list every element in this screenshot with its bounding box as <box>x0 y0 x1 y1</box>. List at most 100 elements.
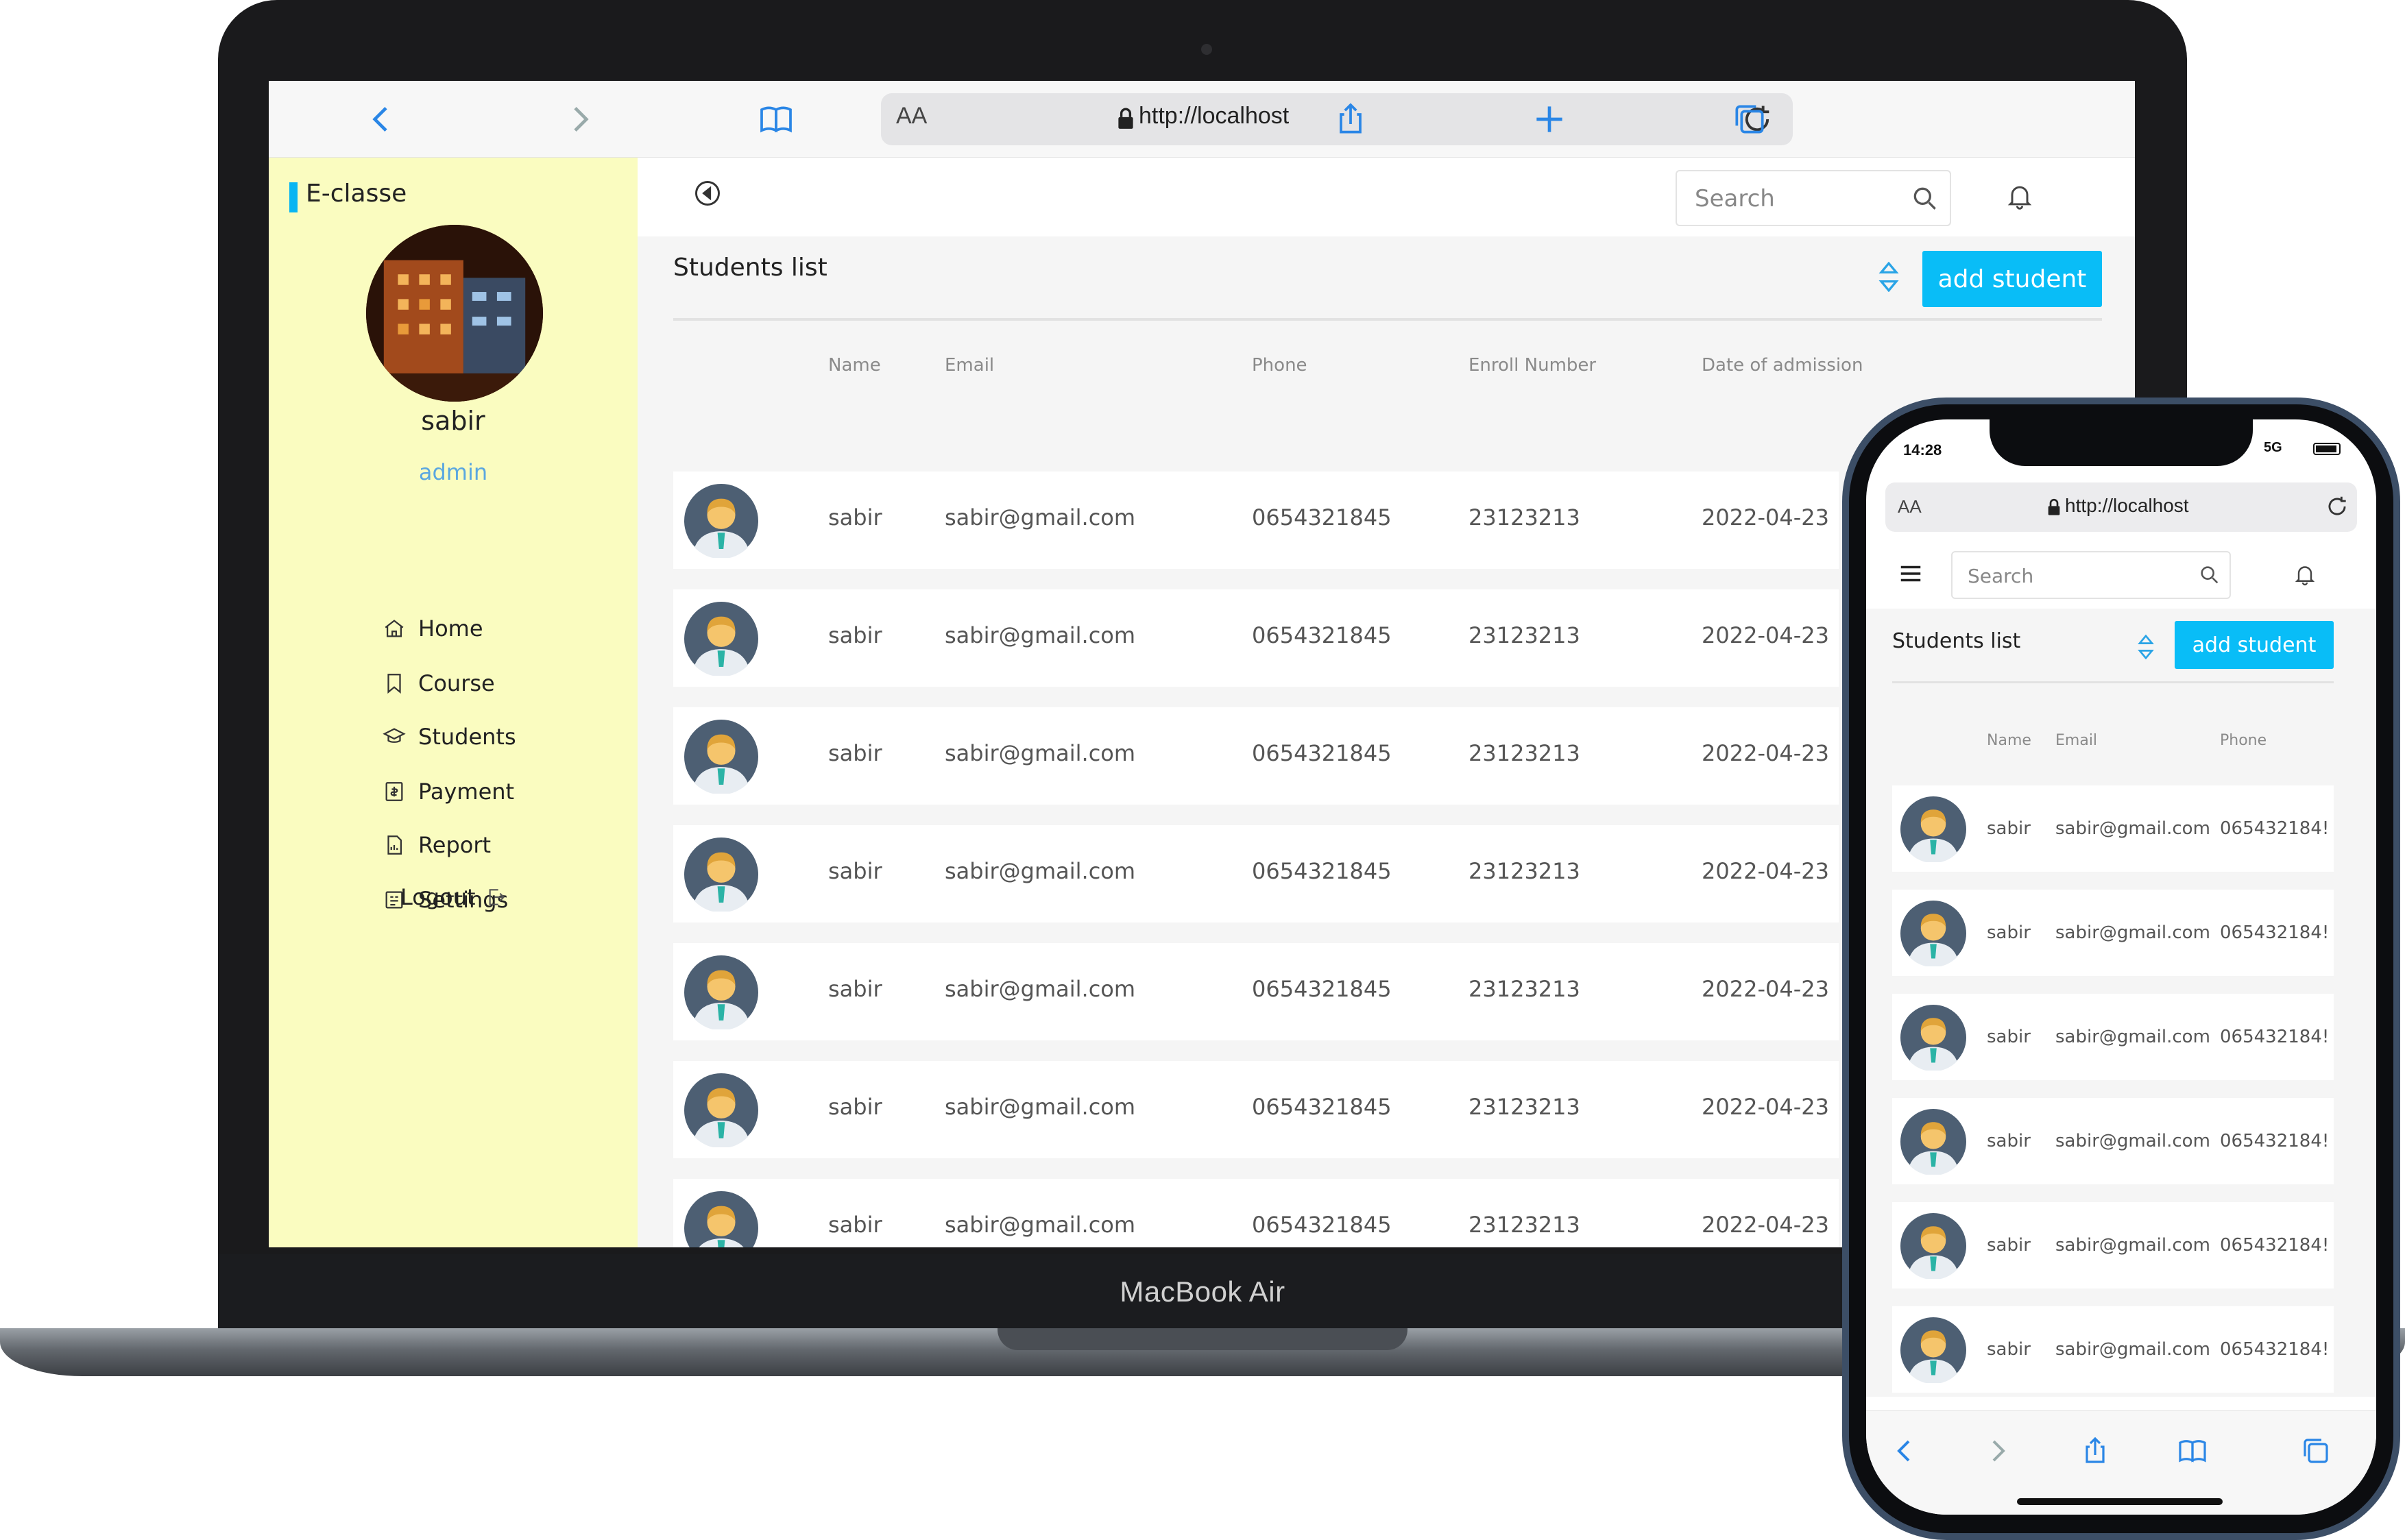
hamburger-menu-icon[interactable] <box>1898 561 1924 587</box>
cell-email: sabir@gmail.com <box>2055 922 2210 943</box>
bookmark-icon <box>387 674 401 694</box>
phone-notch <box>1990 419 2253 466</box>
cell-email: sabir@gmail.com <box>945 976 1136 1002</box>
forward-arrow-icon[interactable] <box>1981 1434 2014 1467</box>
cell-phone: 0654321845 <box>1252 740 1392 766</box>
sidebar-item-home[interactable]: Home <box>383 615 483 641</box>
collapse-sidebar-icon[interactable] <box>692 178 723 208</box>
notification-bell-icon[interactable] <box>2293 562 2317 587</box>
sort-icon[interactable] <box>1878 262 1899 292</box>
cell-enroll-number: 23123213 <box>1469 1094 1580 1120</box>
search-input[interactable]: Search <box>1676 170 1951 226</box>
table-row[interactable]: sabir sabir@gmail.com 065432184! <box>1892 1098 2334 1184</box>
cell-phone: 065432184! <box>2220 1339 2330 1360</box>
column-header-date-of-admission[interactable]: Date of admission <box>1702 355 1863 376</box>
student-avatar <box>684 484 758 559</box>
table-row[interactable]: sabir sabir@gmail.com 065432184! <box>1892 785 2334 872</box>
forward-arrow-icon[interactable] <box>561 100 599 138</box>
back-arrow-icon[interactable] <box>362 100 400 138</box>
table-row[interactable]: sabir sabir@gmail.com 0654321845 23123213 20… <box>673 825 1839 922</box>
student-avatar <box>684 955 758 1031</box>
table-row[interactable]: sabir sabir@gmail.com 0654321845 23123213 20… <box>673 1179 1839 1247</box>
phone-main-content: Search Students list add student Name Em… <box>1866 540 2376 1397</box>
cell-enroll-number: 23123213 <box>1469 1212 1580 1238</box>
cell-phone: 0654321845 <box>1252 1094 1392 1120</box>
sidebar-item-label: Home <box>418 615 483 641</box>
phone-search-input[interactable]: Search <box>1951 551 2231 599</box>
cell-email: sabir@gmail.com <box>945 740 1136 766</box>
table-row[interactable]: sabir sabir@gmail.com 065432184! <box>1892 1306 2334 1393</box>
cell-name: sabir <box>828 740 882 766</box>
laptop-notch <box>998 1328 1407 1350</box>
user-role: admin <box>418 459 488 485</box>
sidebar-item-label: Payment <box>418 779 515 805</box>
sidebar-item-payment[interactable]: Payment <box>383 779 514 805</box>
cell-name: sabir <box>828 1094 882 1120</box>
search-icon[interactable] <box>1910 184 1940 214</box>
reload-icon[interactable] <box>2324 493 2350 520</box>
share-icon[interactable] <box>1331 100 1370 138</box>
column-header-email[interactable]: Email <box>945 355 994 376</box>
sidebar-item-label: Course <box>418 670 495 696</box>
bookmarks-book-icon[interactable] <box>2176 1434 2209 1467</box>
tabs-overview-icon[interactable] <box>1730 100 1769 138</box>
table-row[interactable]: sabir sabir@gmail.com 0654321845 23123213 20… <box>673 472 1839 569</box>
logout-button[interactable]: Logout <box>400 884 507 910</box>
phone-address-bar[interactable]: AA http://localhost <box>1885 482 2357 532</box>
column-header-email[interactable]: Email <box>2055 732 2097 749</box>
cell-phone: 065432184! <box>2220 922 2330 943</box>
brand-logo-text: E-classe <box>306 180 407 208</box>
reader-aa-label[interactable]: AA <box>896 103 927 130</box>
cell-date-of-admission: 2022-04-23 <box>1702 1094 1829 1120</box>
cell-enroll-number: 23123213 <box>1469 858 1580 884</box>
column-header-phone[interactable]: Phone <box>1252 355 1307 376</box>
sidebar-item-course[interactable]: Course <box>383 670 495 696</box>
phone-add-student-button[interactable]: add student <box>2175 621 2334 669</box>
phone-page-title: Students list <box>1892 629 2021 653</box>
cell-phone: 0654321845 <box>1252 622 1392 648</box>
user-name: sabir <box>421 406 485 436</box>
cell-email: sabir@gmail.com <box>2055 1235 2210 1256</box>
column-header-phone[interactable]: Phone <box>2220 732 2267 749</box>
back-arrow-icon[interactable] <box>1888 1434 1921 1467</box>
graduation-cap-icon <box>383 728 406 743</box>
cell-email: sabir@gmail.com <box>945 622 1136 648</box>
table-row[interactable]: sabir sabir@gmail.com 0654321845 23123213 20… <box>673 589 1839 687</box>
table-row[interactable]: sabir sabir@gmail.com 0654321845 23123213 20… <box>673 707 1839 805</box>
student-avatar <box>1900 1213 1966 1280</box>
page-title: Students list <box>673 254 827 282</box>
phone-reader-aa-label[interactable]: AA <box>1898 496 1922 517</box>
cell-date-of-admission: 2022-04-23 <box>1702 1212 1829 1238</box>
profile-photo <box>366 225 543 402</box>
table-row[interactable]: sabir sabir@gmail.com 0654321845 23123213 20… <box>673 943 1839 1040</box>
sidebar-item-students[interactable]: Students <box>383 724 516 750</box>
cell-email: sabir@gmail.com <box>945 1094 1136 1120</box>
sort-icon[interactable] <box>2138 635 2154 659</box>
logout-icon <box>489 889 505 905</box>
search-icon[interactable] <box>2198 563 2221 587</box>
column-header-name[interactable]: Name <box>1987 732 2031 749</box>
cell-phone: 065432184! <box>2220 818 2330 839</box>
cell-enroll-number: 23123213 <box>1469 622 1580 648</box>
cell-email: sabir@gmail.com <box>2055 1339 2210 1360</box>
search-placeholder: Search <box>1968 565 2034 587</box>
table-row[interactable]: sabir sabir@gmail.com 065432184! <box>1892 890 2334 976</box>
divider <box>673 318 2102 321</box>
brand-accent-bar <box>289 182 298 212</box>
table-row[interactable]: sabir sabir@gmail.com 065432184! <box>1892 994 2334 1080</box>
cell-date-of-admission: 2022-04-23 <box>1702 504 1829 530</box>
column-header-name[interactable]: Name <box>828 355 881 376</box>
browser-toolbar: AA http://localhost <box>269 81 2135 158</box>
share-icon[interactable] <box>2079 1434 2112 1467</box>
student-avatar <box>1900 1109 1966 1176</box>
column-header-enroll-number[interactable]: Enroll Number <box>1469 355 1596 376</box>
table-row[interactable]: sabir sabir@gmail.com 0654321845 23123213 20… <box>673 1061 1839 1158</box>
divider <box>1892 681 2334 683</box>
sidebar-item-report[interactable]: Report <box>383 832 491 858</box>
tabs-overview-icon[interactable] <box>2299 1434 2332 1467</box>
bookmarks-book-icon[interactable] <box>757 100 795 138</box>
new-tab-plus-icon[interactable] <box>1530 100 1569 138</box>
table-row[interactable]: sabir sabir@gmail.com 065432184! <box>1892 1202 2334 1288</box>
add-student-button[interactable]: add student <box>1922 251 2102 307</box>
notification-bell-icon[interactable] <box>2005 181 2035 211</box>
